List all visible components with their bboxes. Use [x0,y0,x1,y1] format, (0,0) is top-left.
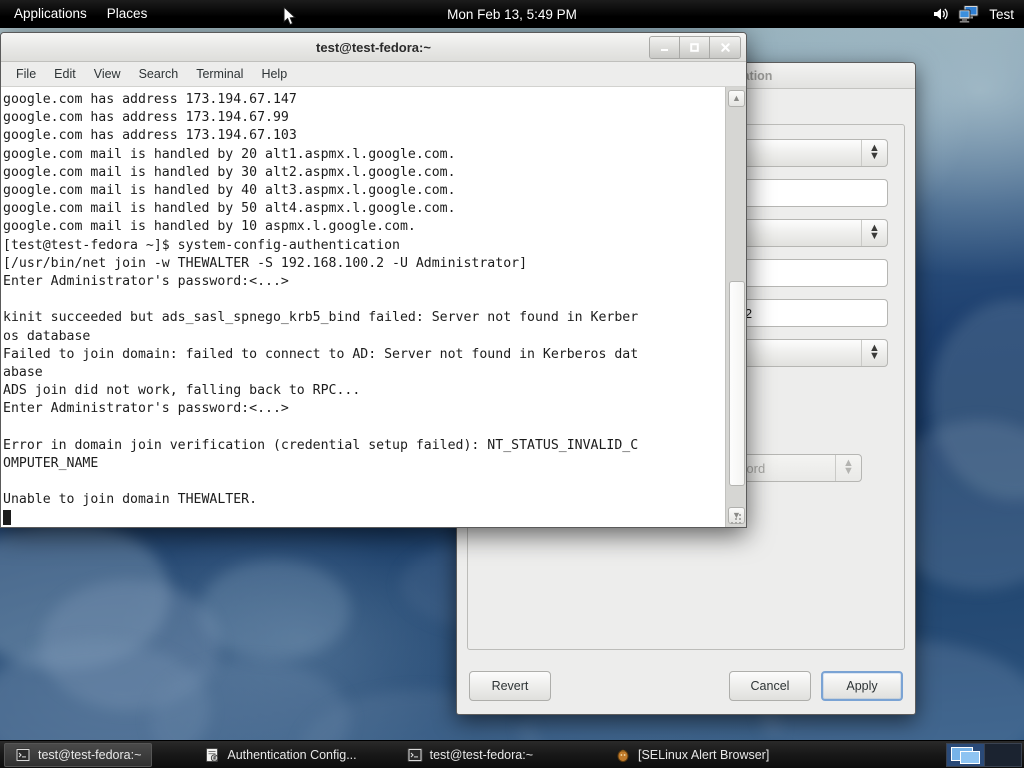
places-menu[interactable]: Places [97,0,158,28]
terminal-cursor [3,509,11,525]
menu-edit[interactable]: Edit [45,64,85,85]
auth-dialog-footer: Revert Cancel Apply [457,658,915,714]
selinux-alert-icon [617,749,629,762]
revert-button[interactable]: Revert [469,671,551,701]
close-icon[interactable] [710,37,740,58]
terminal-icon [407,747,423,762]
terminal-menubar: File Edit View Search Terminal Help [1,62,746,87]
user-name-label[interactable]: Test [989,7,1020,22]
taskbar-item-label: Authentication Config... [227,747,357,762]
workspace-1[interactable] [947,743,985,766]
panel-tray: Test [932,0,1020,28]
apply-button[interactable]: Apply [821,671,903,701]
menu-terminal[interactable]: Terminal [187,64,252,85]
chevron-updown-icon[interactable]: ▲ ▼ [861,340,887,366]
taskbar-item-terminal-2[interactable]: test@test-fedora:~ [397,743,543,767]
terminal-content-area[interactable]: google.com has address 173.194.67.147 go… [1,87,746,527]
workspace-2[interactable] [985,744,1022,766]
auth-config-icon [206,747,219,762]
scrollbar-thumb[interactable] [729,281,745,486]
terminal-output[interactable]: google.com has address 173.194.67.147 go… [1,87,725,527]
chevron-updown-icon[interactable]: ▲ ▼ [861,220,887,246]
taskbar-item-label: [SELinux Alert Browser] [638,747,770,762]
menu-file[interactable]: File [7,64,45,85]
terminal-icon [15,747,31,762]
resize-grip[interactable] [731,512,745,526]
terminal-title: test@test-fedora:~ [316,39,431,55]
window-controls [649,36,741,59]
taskbar-item-selinux-alert[interactable]: [SELinux Alert Browser] [605,743,779,767]
desktop-screen: Applications Places Mon Feb 13, 5:49 PM [0,0,1024,768]
terminal-window[interactable]: test@test-fedora:~ File Edit View Search [0,32,747,528]
taskbar-item-auth-config[interactable]: Authentication Config... [194,743,366,767]
menu-search[interactable]: Search [130,64,188,85]
workspace-switcher[interactable] [946,742,1022,767]
cancel-button[interactable]: Cancel [729,671,811,701]
taskbar-item-terminal-1[interactable]: test@test-fedora:~ [4,742,153,767]
taskbar-item-label: test@test-fedora:~ [38,747,142,762]
display-icon[interactable] [958,4,980,24]
taskbar: test@test-fedora:~ Authentication Config… [0,740,1024,768]
volume-icon[interactable] [932,6,949,22]
terminal-scrollbar[interactable]: ▲ ▼ [725,87,746,527]
minimize-icon[interactable] [650,37,680,58]
chevron-updown-icon[interactable]: ▲ ▼ [861,140,887,166]
menu-view[interactable]: View [85,64,130,85]
scroll-up-icon[interactable]: ▲ [728,90,745,107]
taskbar-item-label: test@test-fedora:~ [429,747,533,762]
terminal-output-text: google.com has address 173.194.67.147 go… [3,92,639,508]
top-panel: Applications Places Mon Feb 13, 5:49 PM [0,0,1024,28]
chevron-updown-icon[interactable]: ▲ ▼ [835,455,861,481]
terminal-titlebar[interactable]: test@test-fedora:~ [1,33,746,62]
menu-help[interactable]: Help [252,64,296,85]
applications-menu[interactable]: Applications [4,0,97,28]
maximize-icon[interactable] [680,37,710,58]
